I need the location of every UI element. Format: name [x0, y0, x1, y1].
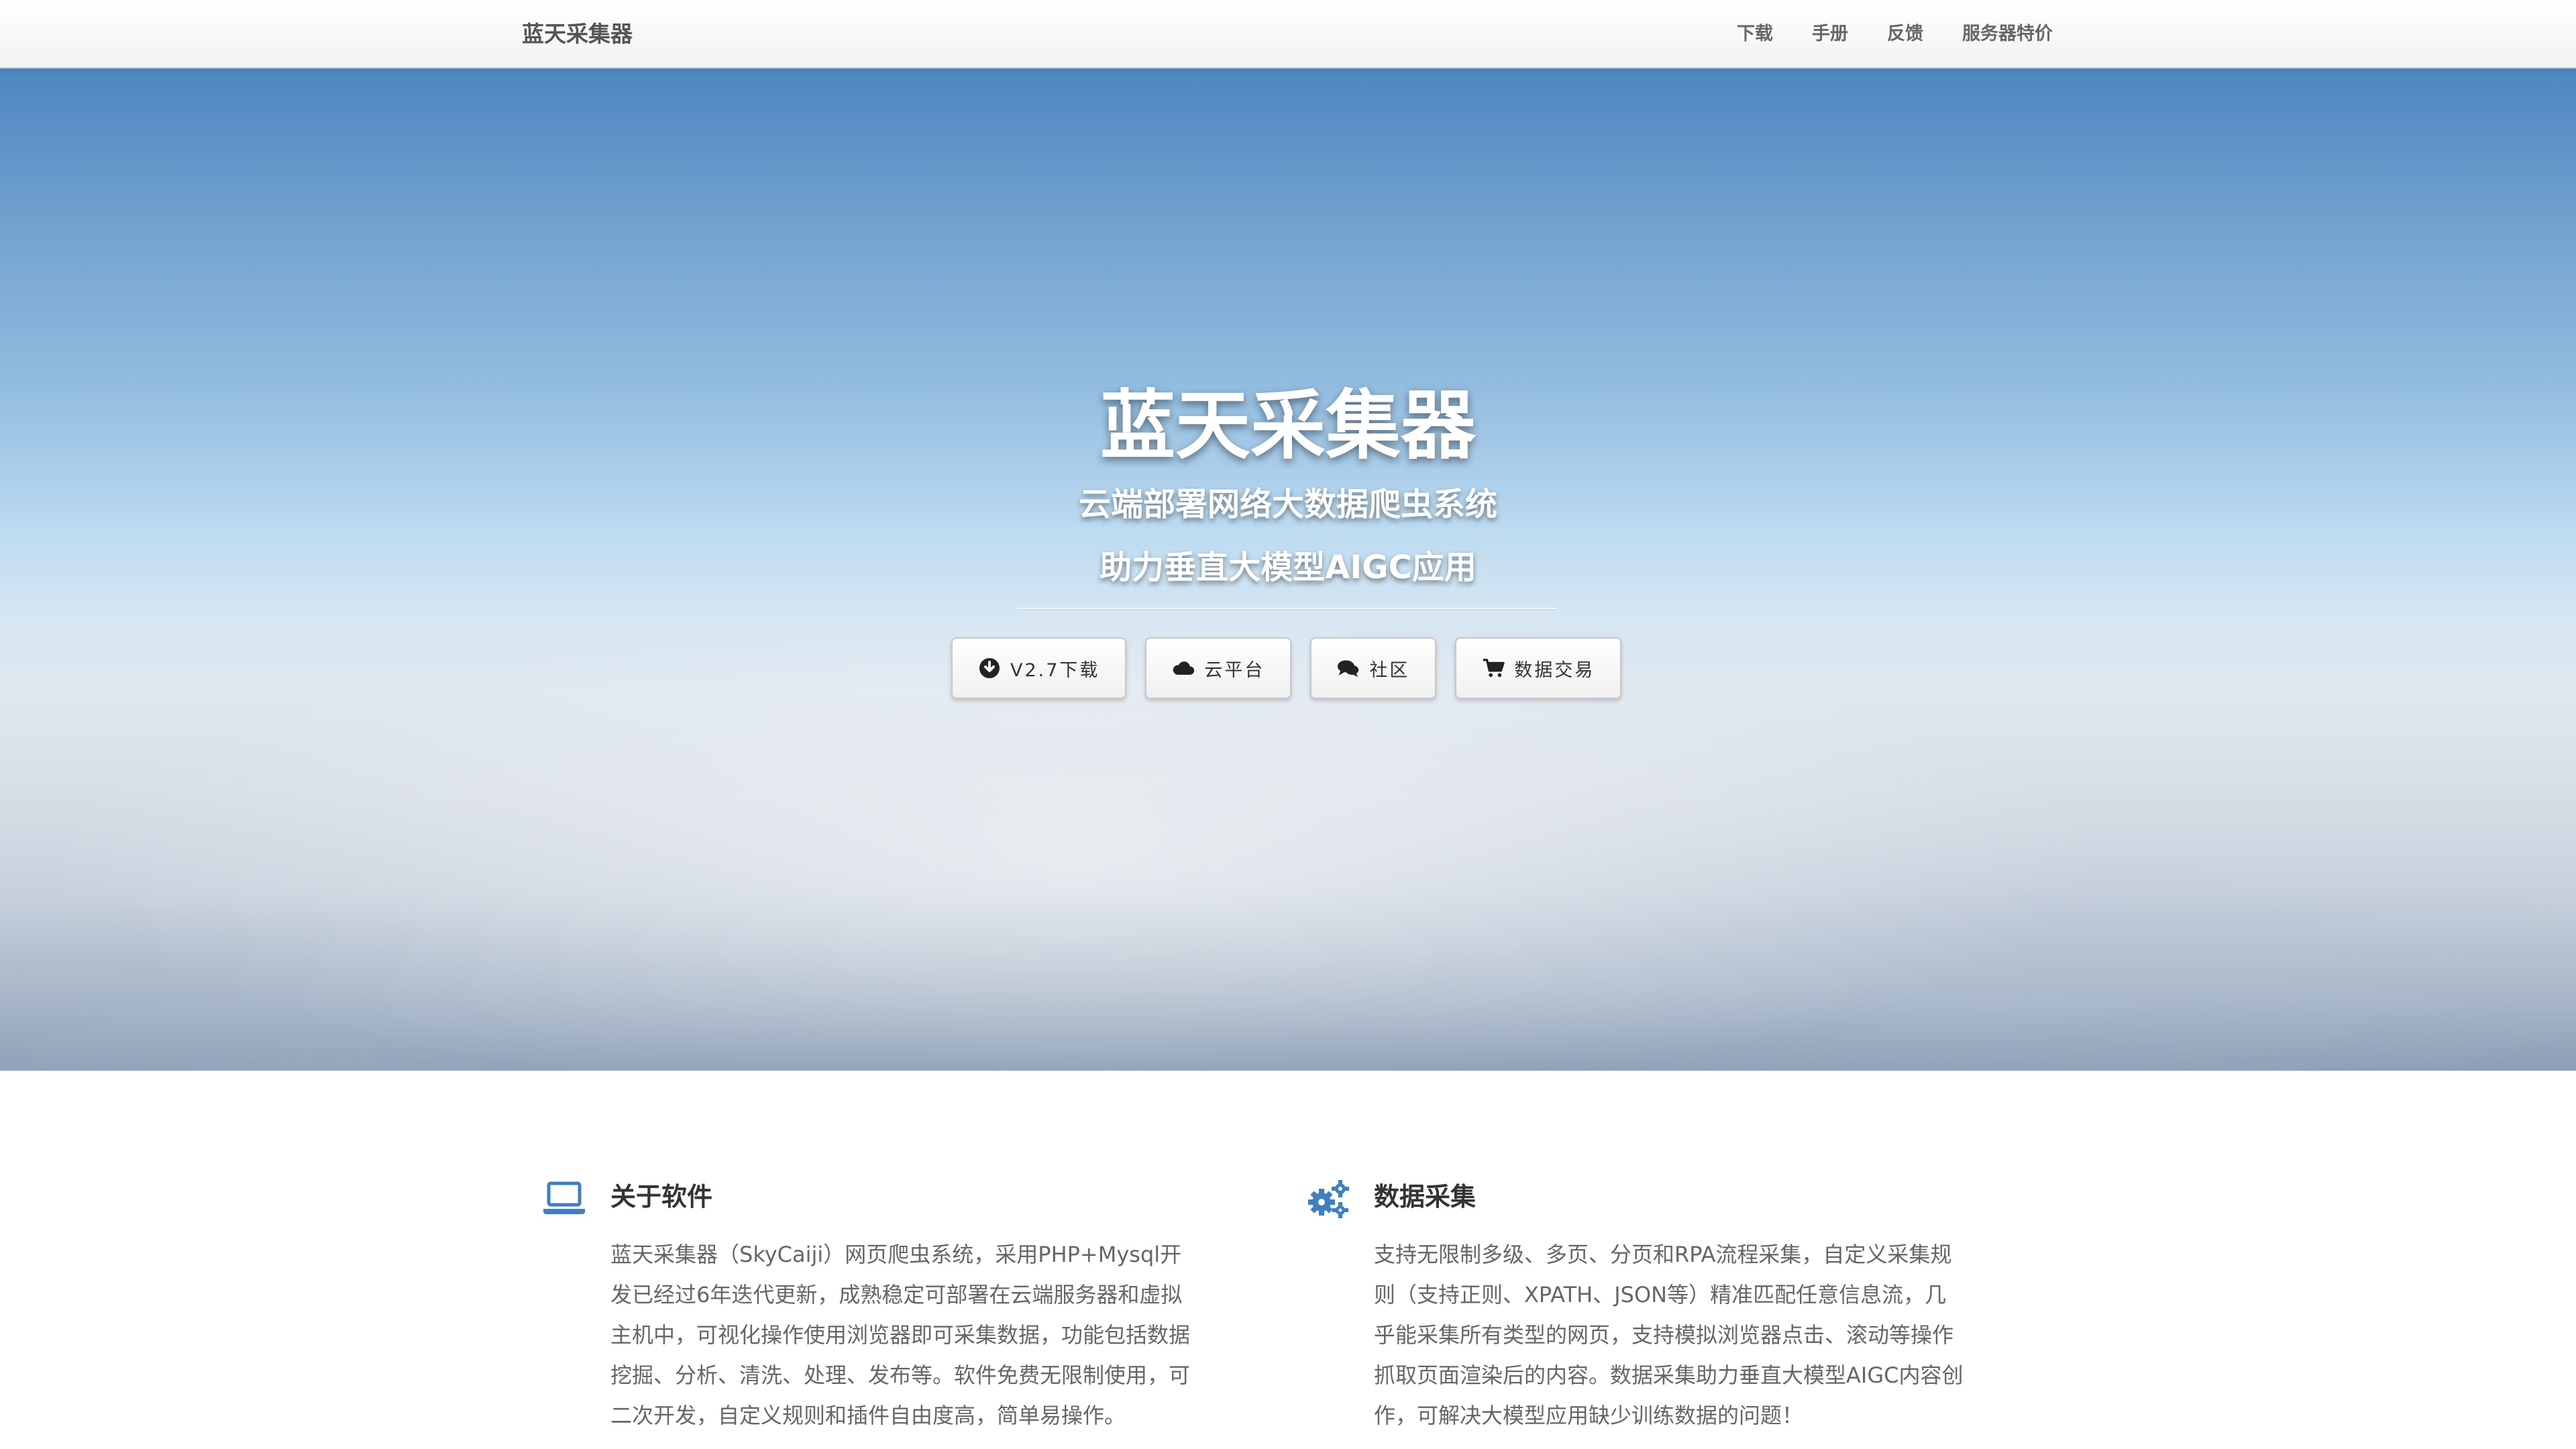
laptop-icon — [542, 1179, 586, 1217]
hero-banner: 蓝天采集器 云端部署网络大数据爬虫系统 助力垂直大模型AIGC应用 V2.7下载… — [0, 68, 2576, 1071]
hero-title: 蓝天采集器 — [1100, 382, 1476, 470]
brand-logo-text[interactable]: 蓝天采集器 — [522, 17, 633, 51]
features-section: 关于软件 蓝天采集器（SkyCaiji）网页爬虫系统，采用PHP+Mysql开发… — [0, 1071, 2576, 1449]
comments-icon — [1337, 657, 1360, 680]
nav-item-feedback[interactable]: 反馈 — [1887, 17, 1923, 51]
nav-menu: 下载 手册 反馈 服务器特价 — [1737, 17, 2053, 51]
community-button-label: 社区 — [1369, 659, 1410, 681]
nav-item-server-deals[interactable]: 服务器特价 — [1962, 17, 2053, 51]
data-trade-button-label: 数据交易 — [1514, 659, 1595, 681]
shopping-cart-icon — [1482, 657, 1505, 680]
hero-button-group: V2.7下载 云平台 社区 数据交易 — [951, 637, 1622, 699]
download-button-label: V2.7下载 — [1010, 659, 1100, 681]
top-navbar: 蓝天采集器 下载 手册 反馈 服务器特价 — [0, 0, 2576, 68]
hero-subtitle-2: 助力垂直大模型AIGC应用 — [1099, 549, 1477, 586]
feature-about-title: 关于软件 — [610, 1182, 713, 1212]
community-button[interactable]: 社区 — [1310, 637, 1437, 699]
hero-divider — [1017, 608, 1556, 609]
cloud-platform-button[interactable]: 云平台 — [1145, 637, 1292, 699]
gears-icon — [1305, 1179, 1350, 1218]
hero-subtitle-1: 云端部署网络大数据爬虫系统 — [1078, 486, 1497, 523]
cloud-platform-button-label: 云平台 — [1204, 659, 1265, 681]
cloud-icon — [1172, 657, 1195, 680]
feature-collection-text: 支持无限制多级、多页、分页和RPA流程采集，自定义采集规则（支持正则、XPATH… — [1374, 1242, 1964, 1428]
download-circle-icon — [978, 657, 1001, 680]
download-button[interactable]: V2.7下载 — [951, 637, 1127, 699]
feature-collection-title: 数据采集 — [1374, 1182, 1477, 1212]
nav-item-manual[interactable]: 手册 — [1812, 17, 1848, 51]
data-trade-button[interactable]: 数据交易 — [1455, 637, 1622, 699]
nav-item-download[interactable]: 下载 — [1737, 17, 1773, 51]
feature-about-text: 蓝天采集器（SkyCaiji）网页爬虫系统，采用PHP+Mysql开发已经过6年… — [610, 1242, 1191, 1428]
